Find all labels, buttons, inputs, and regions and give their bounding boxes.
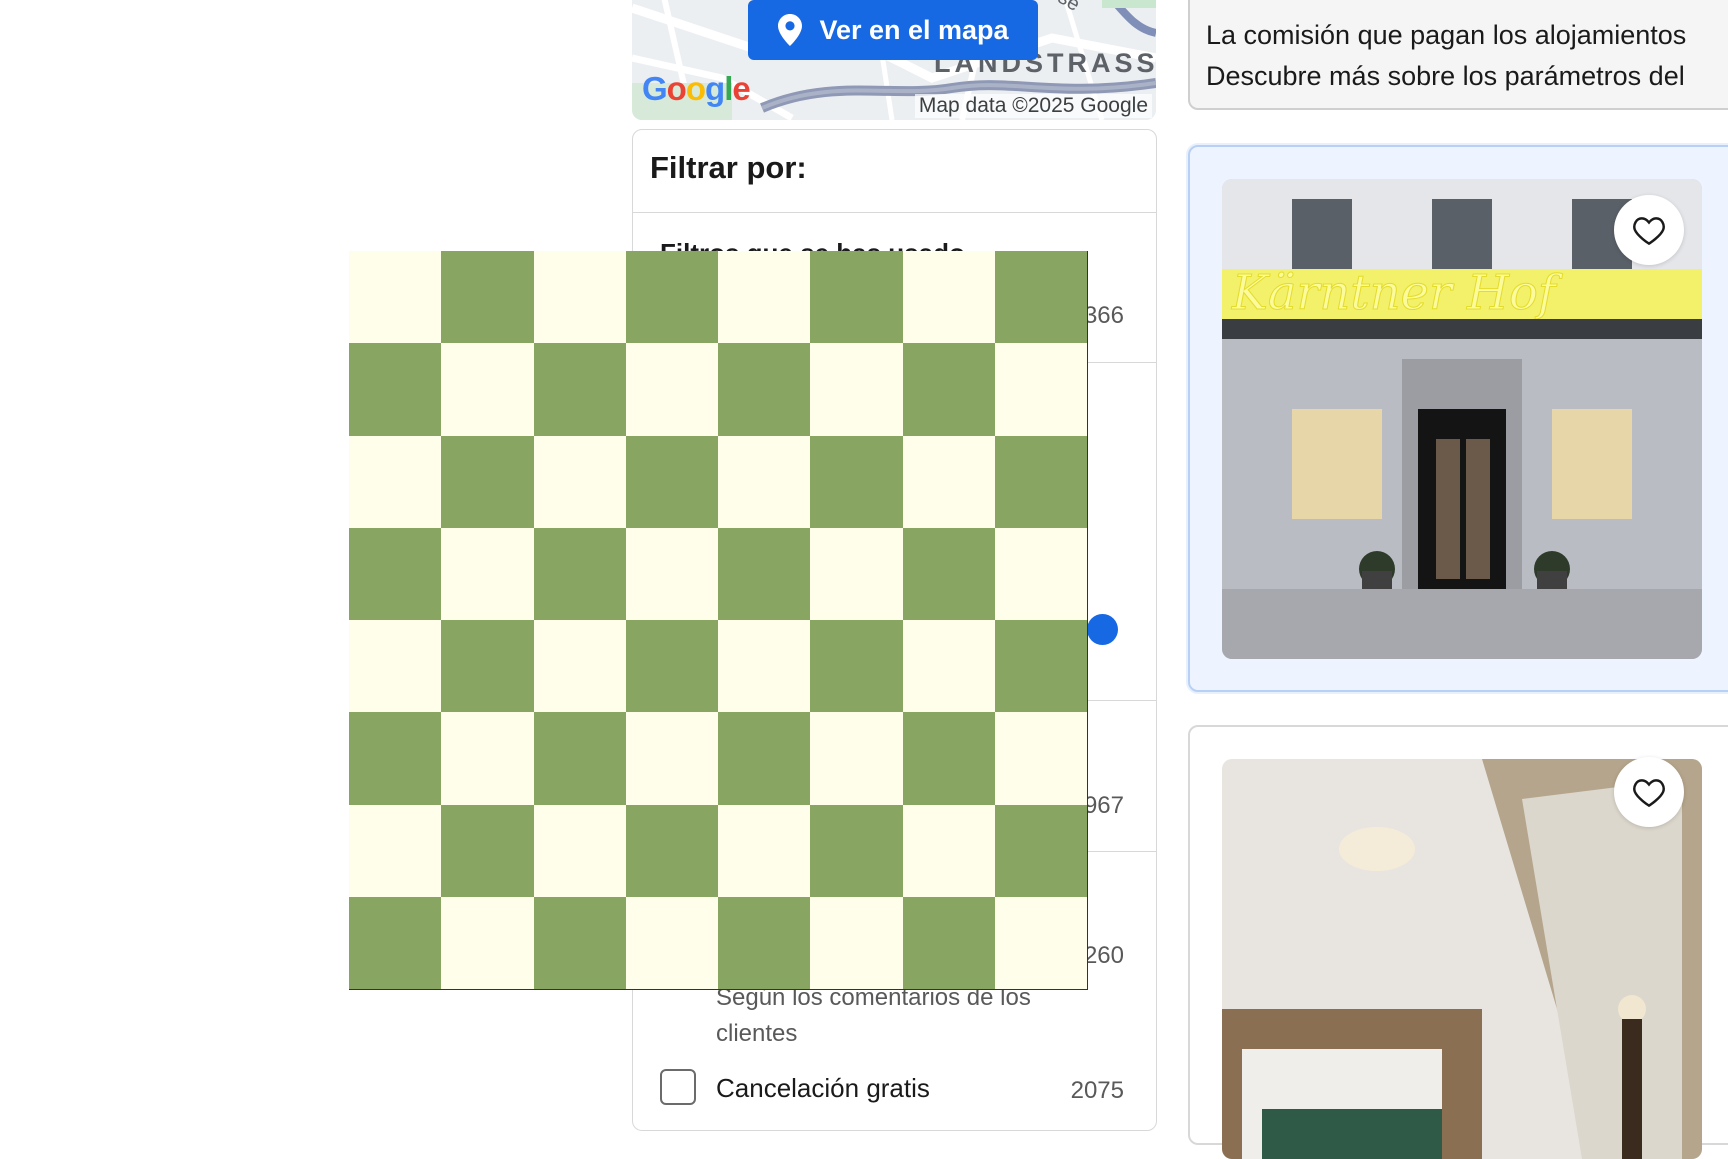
free-cancellation-count: 2075 bbox=[1070, 1077, 1124, 1104]
view-on-map-label: Ver en el mapa bbox=[819, 14, 1009, 45]
filter-count: 260 bbox=[1083, 942, 1124, 969]
checker-square-dark bbox=[718, 343, 811, 436]
checker-square-dark bbox=[625, 804, 718, 897]
google-logo: Google bbox=[642, 70, 751, 107]
filter-count: 967 bbox=[1083, 792, 1124, 819]
checker-square-light bbox=[533, 804, 626, 897]
checker-square-dark bbox=[902, 712, 995, 805]
free-cancellation-checkbox[interactable] bbox=[660, 1069, 696, 1105]
checker-square-dark bbox=[902, 896, 995, 989]
map-preview[interactable]: se LANDSTRASSE Ver en el mapa Google Map… bbox=[632, 0, 1156, 120]
checker-square-dark bbox=[810, 804, 903, 897]
map-credit: Map data ©2025 Google bbox=[914, 94, 1152, 118]
checker-square-light bbox=[533, 435, 626, 528]
checker-square-dark bbox=[994, 804, 1087, 897]
checker-square-light bbox=[902, 251, 995, 344]
checker-square-dark bbox=[441, 435, 534, 528]
checker-square-light bbox=[625, 712, 718, 805]
checker-square-dark bbox=[441, 251, 534, 344]
heart-outline-icon bbox=[1633, 217, 1665, 245]
filter-title: Filtrar por: bbox=[650, 150, 807, 185]
notice-line-1: La comisión que pagan los alojamientos bbox=[1206, 20, 1687, 50]
checker-square-dark bbox=[810, 620, 903, 713]
checker-square-dark bbox=[902, 343, 995, 436]
checker-square-light bbox=[718, 251, 811, 344]
checker-square-dark bbox=[718, 527, 811, 620]
checker-square-dark bbox=[533, 527, 626, 620]
checker-square-light bbox=[718, 435, 811, 528]
checker-square-light bbox=[533, 251, 626, 344]
price-slider-handle[interactable] bbox=[1087, 614, 1118, 645]
checker-square-light bbox=[810, 527, 903, 620]
checker-square-dark bbox=[533, 343, 626, 436]
checker-square-light bbox=[441, 527, 534, 620]
checker-square-light bbox=[994, 343, 1087, 436]
checker-square-dark bbox=[625, 620, 718, 713]
checker-square-light bbox=[625, 343, 718, 436]
checker-square-dark bbox=[533, 896, 626, 989]
checker-square-dark bbox=[718, 896, 811, 989]
checker-square-light bbox=[349, 620, 442, 713]
checker-square-dark bbox=[810, 435, 903, 528]
checker-square-dark bbox=[349, 343, 442, 436]
checker-square-light bbox=[533, 620, 626, 713]
checker-square-light bbox=[441, 712, 534, 805]
checker-square-light bbox=[994, 712, 1087, 805]
checker-square-light bbox=[349, 804, 442, 897]
filter-description: Según los comentarios de los clientes bbox=[716, 984, 1031, 1047]
checker-square-dark bbox=[625, 251, 718, 344]
hotel-sign-text: Kärntner Hof bbox=[1231, 265, 1563, 321]
view-on-map-button[interactable]: Ver en el mapa bbox=[748, 0, 1038, 60]
checker-square-light bbox=[810, 712, 903, 805]
checker-square-dark bbox=[441, 804, 534, 897]
checker-square-dark bbox=[441, 620, 534, 713]
heart-outline-icon bbox=[1633, 779, 1665, 807]
checker-square-light bbox=[994, 896, 1087, 989]
checker-square-light bbox=[625, 527, 718, 620]
checker-square-dark bbox=[718, 712, 811, 805]
divider bbox=[633, 212, 1156, 213]
checker-square-dark bbox=[349, 527, 442, 620]
checker-square-dark bbox=[902, 527, 995, 620]
checker-square-dark bbox=[625, 435, 718, 528]
commission-notice: La comisión que pagan los alojamientos D… bbox=[1188, 0, 1728, 110]
checker-square-dark bbox=[349, 712, 442, 805]
map-pin-icon bbox=[778, 14, 803, 46]
checker-square-light bbox=[718, 620, 811, 713]
checker-square-light bbox=[810, 343, 903, 436]
checker-square-dark bbox=[533, 712, 626, 805]
checker-square-light bbox=[810, 896, 903, 989]
hotel-card[interactable] bbox=[1188, 725, 1728, 1159]
filter-count: 366 bbox=[1083, 302, 1124, 329]
checker-square-light bbox=[349, 251, 442, 344]
checker-square-dark bbox=[349, 896, 442, 989]
notice-line-2: Descubre más sobre los parámetros del bbox=[1206, 61, 1685, 91]
checkerboard-overlay bbox=[349, 251, 1088, 990]
checker-square-dark bbox=[994, 435, 1087, 528]
hotel-card[interactable]: Kärntner Hof bbox=[1188, 145, 1728, 692]
checker-square-dark bbox=[994, 251, 1087, 344]
checker-square-light bbox=[994, 527, 1087, 620]
checker-square-light bbox=[902, 435, 995, 528]
checker-square-light bbox=[625, 896, 718, 989]
free-cancellation-label[interactable]: Cancelación gratis bbox=[716, 1073, 930, 1104]
checker-square-light bbox=[718, 804, 811, 897]
checker-square-light bbox=[902, 804, 995, 897]
checker-square-dark bbox=[810, 251, 903, 344]
checker-square-light bbox=[902, 620, 995, 713]
favorite-button[interactable] bbox=[1614, 195, 1684, 265]
favorite-button[interactable] bbox=[1614, 757, 1684, 827]
checker-square-dark bbox=[994, 620, 1087, 713]
checker-square-light bbox=[441, 896, 534, 989]
checker-square-light bbox=[441, 343, 534, 436]
checker-square-light bbox=[349, 435, 442, 528]
